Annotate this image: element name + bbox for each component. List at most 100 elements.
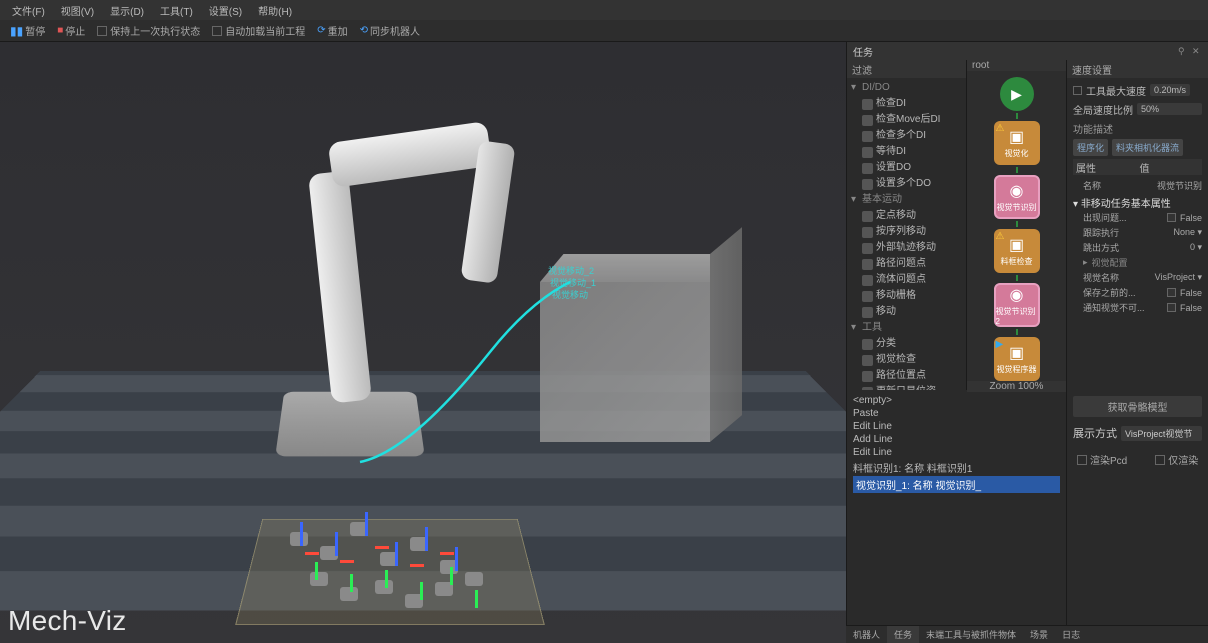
flow-link [1016, 113, 1018, 119]
step-icon [862, 339, 873, 350]
right-panel: 任务 ⚲ ✕ 过滤 ▾DI/DO检查DI检查Move后DI检查多个DI等待DI设… [846, 42, 1208, 643]
node-icon: ▣ [1009, 127, 1024, 147]
watermark: Mech-Viz [8, 605, 127, 637]
prop-item[interactable]: 跳出方式0 ▾ [1073, 240, 1202, 255]
node-icon: ▣ [1009, 235, 1024, 255]
section-vision[interactable]: 视觉配置 [1092, 256, 1128, 269]
render-only-toggle[interactable]: 仅渲染 [1155, 452, 1198, 467]
checkbox-icon [97, 26, 107, 36]
keep-last-toggle[interactable]: 保持上一次执行状态 [91, 21, 206, 41]
sync-robot-button[interactable]: ⟲同步机器人 [354, 21, 426, 41]
prop-col-header: 属性 [1076, 160, 1136, 175]
step-icon [862, 227, 873, 238]
panel-title-text: 任务 [853, 44, 873, 59]
flow-root-header[interactable]: root [967, 60, 1066, 71]
render-pcd-toggle[interactable]: 渲染Pcd [1077, 452, 1127, 467]
menu-view[interactable]: 视图(V) [53, 3, 102, 18]
tree-item[interactable]: 等待DI [847, 144, 966, 160]
bottom-tab[interactable]: 场景 [1023, 626, 1055, 643]
auto-load-toggle[interactable]: 自动加载当前工程 [206, 21, 311, 41]
step-icon [862, 115, 873, 126]
vision-panel: 获取骨骼模型 展示方式 VisProject视觉节 渲染Pcd 仅渲染 [1067, 390, 1208, 643]
flow-start-node[interactable]: ▶ [1000, 77, 1034, 111]
visualize-button[interactable]: 程序化 [1073, 139, 1108, 156]
toolbar: ▮▮暂停 ■停止 保持上一次执行状态 自动加载当前工程 ⟳重加 ⟲同步机器人 [0, 20, 1208, 42]
prop-item[interactable]: 跟踪执行None ▾ [1073, 225, 1202, 240]
prop-item[interactable]: 保存之前的...False [1073, 285, 1202, 300]
global-speed-label: 全局速度比例 [1073, 102, 1133, 117]
tree-item[interactable]: 视觉检查 [847, 352, 966, 368]
step-icon [862, 243, 873, 254]
bottom-tab[interactable]: 机器人 [846, 626, 887, 643]
flow-node[interactable]: ▶▣视觉程序器 [994, 337, 1040, 381]
robot-arm-upper [328, 121, 493, 188]
context-add-line[interactable]: Add Line [853, 433, 1060, 446]
menu-settings[interactable]: 设置(S) [201, 3, 250, 18]
bottom-tab[interactable]: 任务 [887, 626, 919, 643]
get-skeleton-button[interactable]: 获取骨骼模型 [1073, 396, 1202, 417]
pin-icon[interactable]: ⚲ [1178, 46, 1188, 56]
menu-file[interactable]: 文件(F) [4, 3, 53, 18]
play-icon: ▶ [996, 339, 1004, 350]
menubar: 文件(F) 视图(V) 显示(D) 工具(T) 设置(S) 帮助(H) [0, 0, 1208, 20]
close-icon[interactable]: ✕ [1192, 46, 1202, 56]
flow-node[interactable]: ◉视觉节识别 [994, 175, 1040, 219]
camera-flow-button[interactable]: 料夹相机化器流 [1112, 139, 1183, 156]
tree-group[interactable]: ▾工具 [847, 320, 966, 336]
flow-node[interactable]: ⚠▣料框检查 [994, 229, 1040, 273]
pause-button[interactable]: ▮▮暂停 [4, 21, 51, 41]
context-info[interactable]: 料框识别1: 名称 料框识别1 [853, 459, 1060, 476]
prop-col-header: 值 [1140, 160, 1200, 175]
flow-canvas[interactable]: ▶ ⚠▣视觉化 ◉视觉节识别 ⚠▣料框检查 ◉视觉节识别2 ▶▣视觉程序器 [967, 71, 1066, 381]
tree-item[interactable]: 定点移动 [847, 208, 966, 224]
tree-item[interactable]: 移动栅格 [847, 288, 966, 304]
step-icon [862, 355, 873, 366]
tree-group[interactable]: ▾基本运动 [847, 192, 966, 208]
filter-header[interactable]: 过滤 [847, 60, 966, 78]
prop-item[interactable]: 视觉名称VisProject ▾ [1073, 270, 1202, 285]
tree-item[interactable]: 外部轨迹移动 [847, 240, 966, 256]
tree-item[interactable]: 按序列移动 [847, 224, 966, 240]
step-tree[interactable]: ▾DI/DO检查DI检查Move后DI检查多个DI等待DI设置DO设置多个DO▾… [847, 78, 966, 390]
tree-item[interactable]: 设置多个DO [847, 176, 966, 192]
reload-button[interactable]: ⟳重加 [311, 21, 353, 41]
bottom-tab[interactable]: 末端工具与被抓件物体 [919, 626, 1023, 643]
flow-link [1016, 275, 1018, 281]
flow-node[interactable]: ◉视觉节识别2 [994, 283, 1040, 327]
context-info-selected[interactable]: 视觉识别_1: 名称 视觉识别_ [853, 476, 1060, 493]
flow-node[interactable]: ⚠▣视觉化 [994, 121, 1040, 165]
tree-item[interactable]: 设置DO [847, 160, 966, 176]
tree-item[interactable]: 移动 [847, 304, 966, 320]
bottom-tab[interactable]: 日志 [1055, 626, 1087, 643]
name-label: 名称 [1083, 179, 1101, 192]
step-icon [862, 291, 873, 302]
section-nonmove[interactable]: 非移动任务基本属性 [1081, 199, 1171, 210]
display-mode-value[interactable]: VisProject视觉节 [1121, 426, 1202, 441]
step-icon [862, 275, 873, 286]
prop-item[interactable]: 出现问题...False [1073, 210, 1202, 225]
menu-tools[interactable]: 工具(T) [152, 3, 201, 18]
menu-display[interactable]: 显示(D) [102, 3, 152, 18]
tree-item[interactable]: 分类 [847, 336, 966, 352]
tree-item[interactable]: 检查DI [847, 96, 966, 112]
context-paste[interactable]: Paste [853, 407, 1060, 420]
prop-item[interactable]: 通知视觉不可...False [1073, 300, 1202, 315]
viewport-3d[interactable]: 视觉移动_2 视觉移动_1 视觉移动 Mech-Viz [0, 42, 846, 643]
tree-item[interactable]: 路径位置点 [847, 368, 966, 384]
tree-item[interactable]: 流体问题点 [847, 272, 966, 288]
panel-header: 任务 ⚲ ✕ [847, 42, 1208, 60]
tree-item[interactable]: 检查多个DI [847, 128, 966, 144]
step-icon [862, 131, 873, 142]
stop-button[interactable]: ■停止 [51, 21, 91, 41]
context-edit-line[interactable]: Edit Line [853, 420, 1060, 433]
tree-item[interactable]: 路径问题点 [847, 256, 966, 272]
menu-help[interactable]: 帮助(H) [250, 3, 300, 18]
global-speed-value[interactable]: 50% [1137, 103, 1202, 115]
tree-item[interactable]: 检查Move后DI [847, 112, 966, 128]
context-edit-line[interactable]: Edit Line [853, 446, 1060, 459]
tree-group[interactable]: ▾DI/DO [847, 80, 966, 96]
tool-max-value[interactable]: 0.20m/s [1150, 84, 1190, 96]
checkbox-icon[interactable] [1073, 86, 1082, 95]
name-value[interactable]: 视觉节识别 [1157, 179, 1202, 192]
step-icon [862, 179, 873, 190]
